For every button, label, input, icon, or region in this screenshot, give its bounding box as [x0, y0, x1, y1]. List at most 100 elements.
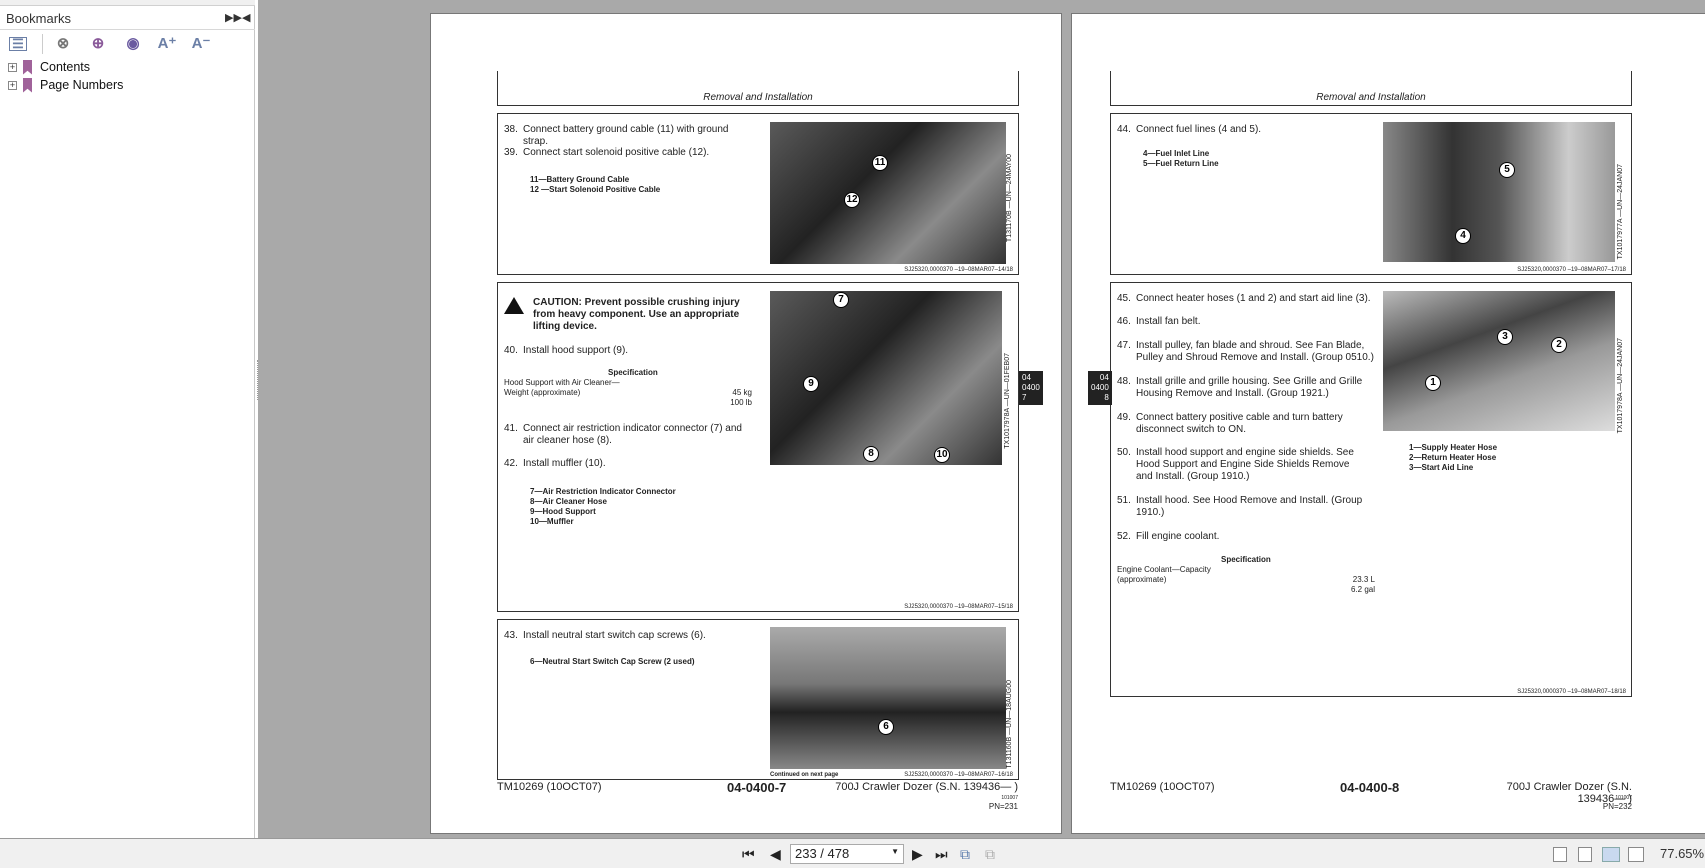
- goto-bookmark-icon[interactable]: ◉: [122, 34, 144, 54]
- step: 38. Connect battery ground cable (11) wit…: [504, 124, 729, 147]
- warning-icon: [504, 297, 524, 314]
- legend: 6—Neutral Start Switch Cap Screw (2 used…: [530, 657, 695, 666]
- continued-note: Continued on next page: [770, 772, 839, 778]
- bookmark-icon: [23, 77, 32, 93]
- photo-id: T131170B —UN—24MAY00: [1006, 154, 1013, 243]
- step: 41. Connect air restriction indicator con…: [504, 423, 742, 446]
- step: 51. Install hood. See Hood Remove and Ins…: [1117, 495, 1363, 518]
- ref-code: SJ25320,0000370 –19–08MAR07–17/18: [1517, 267, 1626, 273]
- first-page-icon[interactable]: ⏮: [742, 846, 755, 863]
- callout: 6: [878, 719, 894, 735]
- ref-code: SJ25320,0000370 –19–08MAR07–18/18: [1517, 689, 1626, 695]
- next-page-icon[interactable]: ▶: [912, 846, 923, 863]
- expand-all-icon[interactable]: ▶▶: [225, 11, 242, 24]
- footer-page-number: 04-0400-8: [1340, 780, 1400, 795]
- step: 44. Connect fuel lines (4 and 5).: [1117, 124, 1262, 135]
- ref-code: SJ25320,0000370 –19–08MAR07–15/18: [904, 604, 1013, 610]
- decrease-font-icon[interactable]: A⁻: [190, 34, 212, 54]
- photo-fuel-lines: 5 4: [1383, 122, 1615, 262]
- step-block: 43. Install neutral start switch cap scre…: [497, 619, 1019, 780]
- step-block: CAUTION: Prevent possible crushing injur…: [497, 282, 1019, 612]
- callout: 10: [934, 447, 950, 463]
- legend: 11—Battery Ground Cable 12 —Start Solenoi…: [530, 175, 661, 194]
- photo-air-cleaner: 7 9 8 10: [770, 291, 1002, 465]
- callout: 7: [833, 292, 849, 308]
- callout: 4: [1455, 228, 1471, 244]
- step: 39. Connect start solenoid positive cable…: [504, 147, 710, 158]
- photo-id: TX1017977A —UN—24JAN07: [1617, 164, 1624, 260]
- ref-code: SJ25320,0000370 –19–08MAR07–14/18: [904, 267, 1013, 273]
- photo-starter: 11 12: [770, 122, 1006, 264]
- footer-pn: PN=231: [988, 802, 1018, 811]
- step-block: 38. Connect battery ground cable (11) wit…: [497, 113, 1019, 275]
- previous-page-icon[interactable]: ◀: [770, 846, 781, 863]
- single-page-view-icon[interactable]: [1553, 847, 1567, 862]
- callout: 2: [1551, 337, 1567, 353]
- bookmarks-title: Bookmarks: [6, 11, 72, 26]
- page-number-input[interactable]: 233 / 478 ▼: [790, 844, 904, 864]
- footer-manual: TM10269 (10OCT07): [1110, 781, 1215, 793]
- section-tab: 04 0400 8: [1088, 371, 1112, 405]
- callout: 11: [872, 155, 888, 171]
- delete-bookmark-icon[interactable]: ⊗: [52, 34, 74, 54]
- spec-heading: Specification: [1221, 555, 1271, 564]
- step: 45. Connect heater hoses (1 and 2) and st…: [1117, 293, 1371, 304]
- legend: 1—Supply Heater Hose 2—Return Heater Hose…: [1409, 443, 1498, 472]
- step: 52. Fill engine coolant.: [1117, 531, 1220, 542]
- collapse-panel-icon[interactable]: ◀: [242, 11, 250, 24]
- step: 49. Connect battery positive cable and tu…: [1117, 412, 1343, 435]
- previous-view-icon[interactable]: ⧉: [960, 846, 970, 863]
- footer-code: 101007: [1615, 795, 1632, 801]
- page-left: Removal and Installation 38. Connect batt…: [430, 13, 1062, 834]
- section-tab: 04 0400 7: [1019, 371, 1043, 405]
- continuous-view-icon[interactable]: [1578, 847, 1592, 862]
- callout: 8: [863, 446, 879, 462]
- bookmarks-toolbar: ☰ ⊗ ⊕ ◉ A⁺ A⁻: [0, 31, 255, 57]
- bookmark-label: Page Numbers: [40, 78, 124, 92]
- continuous-facing-view-icon[interactable]: [1628, 847, 1644, 862]
- chevron-down-icon[interactable]: ▼: [891, 847, 899, 856]
- photo-neutral-switch: 6: [770, 627, 1006, 769]
- step-block: 45. Connect heater hoses (1 and 2) and st…: [1110, 282, 1632, 697]
- spec-table: Engine Coolant—Capacity (approximate) 23.…: [1117, 565, 1375, 594]
- footer-code: 101007: [1001, 795, 1018, 801]
- panel-top-strip: [0, 0, 255, 6]
- spec-table: Hood Support with Air Cleaner— Weight (ap…: [504, 378, 752, 407]
- photo-id: T131160B —UN—18AUG00: [1006, 680, 1013, 769]
- options-icon[interactable]: ☰: [9, 37, 27, 51]
- status-bar: ⏮ ◀ 233 / 478 ▼ ▶ ⏭ ⧉ ⧉ 77.65%: [0, 838, 1705, 868]
- facing-view-icon[interactable]: [1602, 847, 1620, 862]
- last-page-icon[interactable]: ⏭: [935, 846, 948, 863]
- expand-icon[interactable]: +: [8, 80, 17, 90]
- footer-manual: TM10269 (10OCT07): [497, 781, 602, 793]
- footer-pn: PN=232: [1602, 802, 1632, 811]
- bookmark-page-numbers[interactable]: + Page Numbers: [8, 76, 123, 94]
- page-header: Removal and Installation: [1110, 71, 1632, 106]
- bookmarks-header: Bookmarks ▶▶ ◀: [0, 8, 255, 30]
- callout: 9: [803, 376, 819, 392]
- bookmark-label: Contents: [40, 60, 91, 74]
- step: 50. Install hood support and engine side …: [1117, 447, 1354, 482]
- legend: 4—Fuel Inlet Line 5—Fuel Return Line: [1143, 149, 1219, 168]
- step: 46. Install fan belt.: [1117, 316, 1201, 327]
- bookmark-icon: [23, 59, 32, 75]
- callout: 12: [844, 192, 860, 208]
- step: 40. Install hood support (9).: [504, 345, 629, 356]
- add-bookmark-icon[interactable]: ⊕: [87, 34, 109, 54]
- caution-text: CAUTION: Prevent possible crushing injur…: [533, 297, 740, 332]
- next-view-icon[interactable]: ⧉: [985, 846, 995, 863]
- page-header: Removal and Installation: [497, 71, 1019, 106]
- toolbar-divider: [42, 34, 43, 54]
- photo-heater-hoses: 3 2 1: [1383, 291, 1615, 431]
- increase-font-icon[interactable]: A⁺: [156, 34, 178, 54]
- expand-icon[interactable]: +: [8, 62, 17, 72]
- bookmark-contents[interactable]: + Contents: [8, 58, 90, 76]
- page-right: Removal and Installation 44. Connect fuel…: [1071, 13, 1705, 834]
- step: 43. Install neutral start switch cap scre…: [504, 630, 706, 641]
- zoom-level[interactable]: 77.65%: [1660, 846, 1704, 861]
- bookmarks-panel: Bookmarks ▶▶ ◀ ☰ ⊗ ⊕ ◉ A⁺ A⁻ + Contents …: [0, 0, 255, 838]
- callout: 5: [1499, 162, 1515, 178]
- step-block: 44. Connect fuel lines (4 and 5). 4—Fuel …: [1110, 113, 1632, 275]
- document-view[interactable]: Removal and Installation 38. Connect batt…: [258, 0, 1705, 838]
- step: 42. Install muffler (10).: [504, 458, 606, 469]
